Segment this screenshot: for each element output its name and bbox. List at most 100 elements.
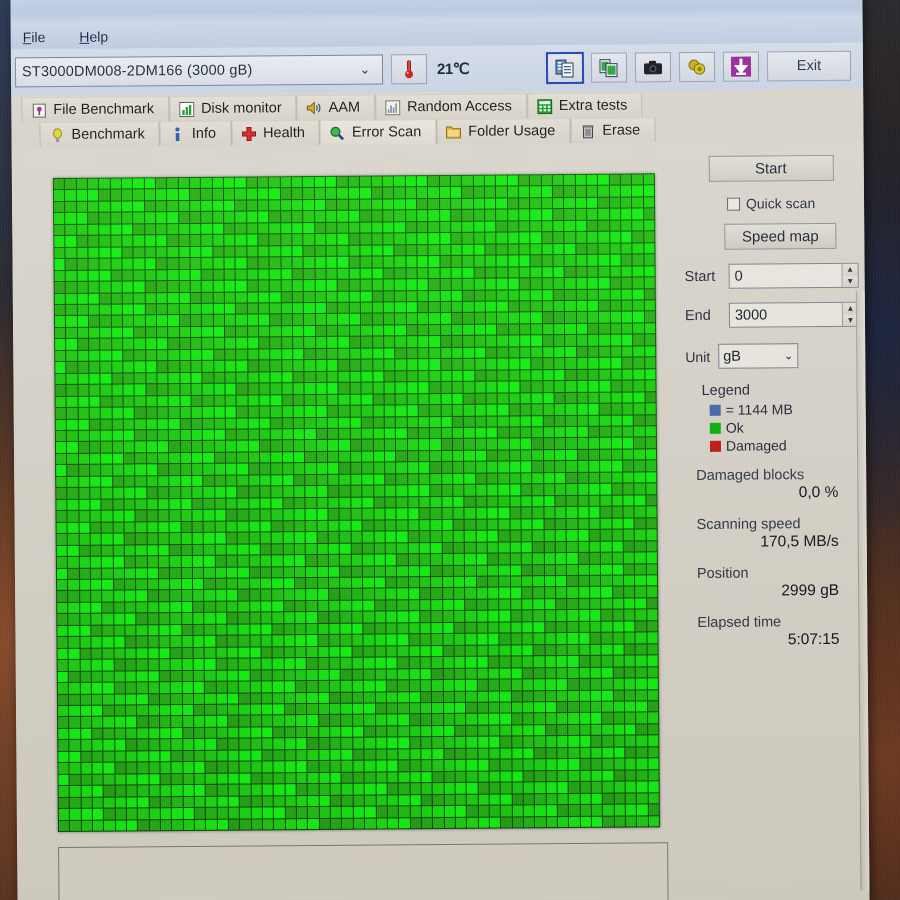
scan-block	[542, 289, 553, 301]
tab-info[interactable]: Info	[159, 120, 232, 147]
scan-block	[451, 336, 463, 347]
tab-disk-monitor[interactable]: Disk monitor	[168, 95, 297, 122]
spinner-down-icon[interactable]: ▼	[842, 275, 858, 287]
scan-block	[519, 301, 531, 312]
scan-block	[360, 268, 372, 279]
scan-block	[384, 416, 396, 428]
menu-file[interactable]: File	[17, 27, 52, 47]
scan-block	[519, 266, 530, 278]
scan-block	[360, 291, 372, 302]
copy-image-button[interactable]	[590, 52, 628, 83]
scan-block	[214, 383, 225, 395]
scan-block	[339, 417, 350, 428]
tab-benchmark[interactable]: Benchmark	[39, 121, 160, 148]
thermometer-button[interactable]	[390, 54, 428, 85]
tab-erase[interactable]: Erase	[570, 117, 656, 143]
donate-button[interactable]	[678, 51, 716, 83]
scan-block	[183, 819, 195, 831]
scan-block	[134, 338, 145, 350]
scan-block	[454, 611, 465, 622]
scan-block	[261, 612, 272, 624]
tab-folder-usage[interactable]: Folder Usage	[436, 117, 571, 145]
stat-elapsed-time: Elapsed time 5:07:15	[687, 614, 861, 650]
exit-button[interactable]: Exit	[766, 50, 852, 82]
menu-help[interactable]: Help	[73, 27, 114, 47]
scan-block	[58, 717, 69, 728]
scan-block	[554, 392, 565, 404]
scan-block	[269, 245, 281, 257]
scan-block	[77, 362, 89, 373]
start-spinner-arrows[interactable]: ▲ ▼	[841, 263, 858, 287]
scan-block	[532, 450, 543, 461]
scan-block	[440, 370, 452, 382]
magnifier-icon	[329, 124, 346, 141]
scan-block	[79, 568, 91, 579]
scan-block	[351, 543, 362, 554]
start-input[interactable]: 0	[730, 268, 743, 284]
scan-block	[576, 277, 587, 289]
scan-block	[451, 267, 462, 278]
scan-block	[361, 348, 372, 359]
scan-block	[543, 461, 555, 473]
drive-select[interactable]: ST3000DM008-2DM166 (3000 gB) ⌄	[14, 54, 384, 88]
scan-block	[387, 737, 398, 749]
scan-block	[466, 759, 478, 771]
scan-block	[372, 279, 383, 291]
tab-random-access[interactable]: Random Access	[374, 93, 527, 120]
spinner-up-icon[interactable]: ▲	[842, 263, 858, 276]
scan-block	[133, 258, 145, 270]
scan-block	[66, 327, 77, 339]
scan-block	[623, 541, 635, 552]
scan-block	[600, 506, 612, 518]
scan-block	[609, 208, 621, 220]
scan-block	[362, 497, 373, 508]
scan-block	[91, 636, 102, 648]
scan-block	[284, 623, 295, 635]
scan-block	[351, 554, 363, 566]
scan-block	[99, 178, 110, 190]
scan-block	[474, 370, 486, 381]
speed-map-button[interactable]: Speed map	[724, 222, 837, 250]
scan-block	[259, 383, 270, 395]
scan-block	[270, 360, 282, 372]
scan-block	[304, 337, 315, 348]
tab-file-benchmark[interactable]: File Benchmark	[21, 96, 170, 123]
scan-block	[159, 670, 171, 682]
scan-block	[159, 693, 171, 705]
download-button[interactable]	[722, 51, 760, 82]
scan-block-map[interactable]	[52, 173, 660, 833]
start-button[interactable]: Start	[708, 154, 834, 182]
quick-scan-row[interactable]: Quick scan	[684, 195, 858, 212]
scan-block	[421, 817, 433, 829]
scan-block	[496, 267, 508, 278]
scan-block	[418, 428, 430, 439]
scan-block	[440, 301, 451, 313]
start-spinner[interactable]: 0 ▲ ▼	[728, 262, 859, 289]
screenshot-button[interactable]	[634, 52, 672, 83]
scan-block	[168, 281, 179, 292]
unit-select[interactable]: gB ⌄	[718, 343, 799, 369]
tab-error-scan[interactable]: Error Scan	[319, 119, 437, 145]
scan-block	[409, 657, 420, 668]
quick-scan-checkbox[interactable]	[726, 197, 741, 211]
scan-block	[250, 715, 262, 727]
tab-health[interactable]: Health	[230, 119, 321, 146]
end-spinner[interactable]: 3000 ▲ ▼	[728, 301, 860, 328]
scan-block	[474, 301, 485, 313]
scan-block	[613, 667, 624, 678]
scan-block	[194, 704, 205, 716]
scan-block	[386, 680, 398, 691]
tab-aam[interactable]: AAM	[296, 94, 376, 121]
scan-block	[477, 645, 488, 656]
scan-block	[578, 598, 590, 610]
tab-extra-tests[interactable]: Extra tests	[526, 92, 643, 119]
copy-report-button[interactable]	[545, 51, 585, 85]
scan-block	[65, 190, 76, 201]
scan-block	[542, 369, 554, 381]
scan-block	[439, 210, 451, 221]
scan-block	[591, 747, 602, 759]
scan-block	[223, 177, 235, 189]
scan-block	[395, 393, 407, 405]
end-input[interactable]: 3000	[730, 307, 767, 323]
bar-chart-icon	[178, 100, 195, 117]
